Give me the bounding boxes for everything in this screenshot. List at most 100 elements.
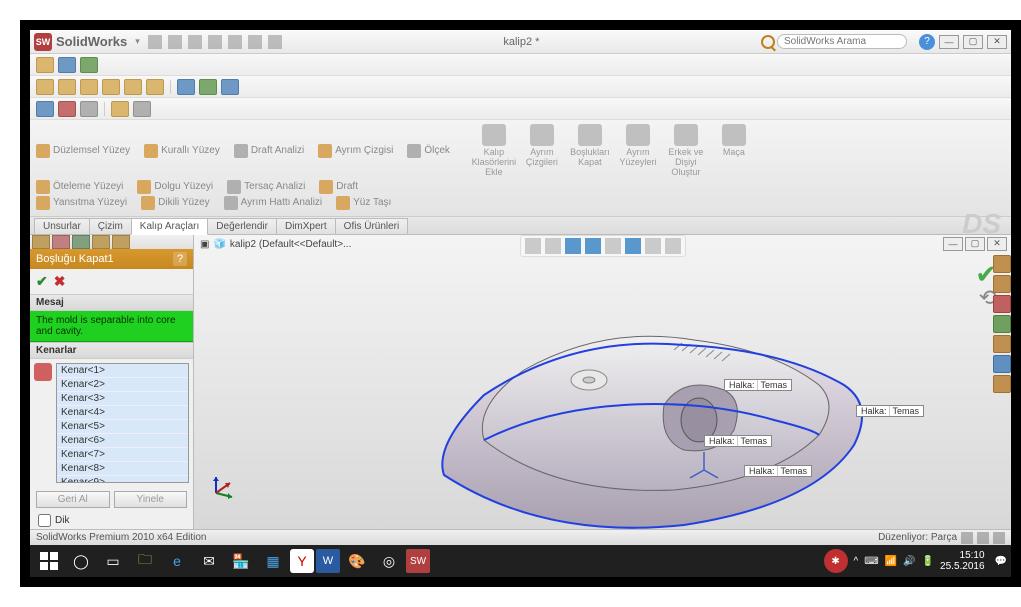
main-tab[interactable]: Unsurlar xyxy=(34,218,90,234)
main-tab[interactable]: Kalıp Araçları xyxy=(131,218,208,235)
callout-tag[interactable]: Halka:Temas xyxy=(744,465,812,477)
qa-icon[interactable] xyxy=(177,79,195,95)
vp-close-button[interactable]: ✕ xyxy=(987,237,1007,251)
app-menu-dropdown-icon[interactable]: ▾ xyxy=(135,36,140,47)
ok-button[interactable]: ✔ xyxy=(36,273,48,290)
propmgr-help-icon[interactable]: ? xyxy=(173,252,187,266)
3d-model[interactable] xyxy=(424,295,884,529)
taskpane-icon[interactable] xyxy=(993,355,1011,373)
ribbon-cmd[interactable]: Kurallı Yüzey xyxy=(144,144,220,158)
ribbon-cmd[interactable]: Ayrım Çizgisi xyxy=(318,144,393,158)
list-item[interactable]: Kenar<9> xyxy=(57,476,188,483)
expand-icon[interactable]: ▣ xyxy=(200,239,209,250)
ribbon-big-cmd[interactable]: AyrımYüzeyleri xyxy=(616,124,660,178)
orientation-triad-icon[interactable] xyxy=(208,471,238,501)
qat-open-icon[interactable] xyxy=(168,35,182,49)
qa-icon[interactable] xyxy=(58,79,76,95)
start-button[interactable] xyxy=(34,548,64,574)
fm-tab-icon[interactable] xyxy=(32,235,50,249)
tray-clock[interactable]: 15:1025.5.2016 xyxy=(940,550,985,572)
status-icon[interactable] xyxy=(961,532,973,544)
ribbon-big-cmd[interactable]: Maça xyxy=(712,124,756,178)
qa-icon[interactable] xyxy=(58,101,76,117)
mail-icon[interactable]: ✉ xyxy=(194,548,224,574)
ribbon-cmd[interactable]: Ayrım Hattı Analizi xyxy=(224,196,323,210)
qa-icon[interactable] xyxy=(36,101,54,117)
qat-print-icon[interactable] xyxy=(208,35,222,49)
qat-undo-icon[interactable] xyxy=(228,35,242,49)
list-item[interactable]: Kenar<2> xyxy=(57,378,188,392)
ribbon-big-cmd[interactable]: Erkek veDişiyiOluştur xyxy=(664,124,708,178)
appearance-icon[interactable] xyxy=(665,238,681,254)
taskpane-icon[interactable] xyxy=(993,275,1011,293)
help-icon[interactable]: ? xyxy=(919,34,935,50)
main-tab[interactable]: Değerlendir xyxy=(207,218,277,234)
vp-minimize-button[interactable]: — xyxy=(943,237,963,251)
close-button[interactable]: ✕ xyxy=(987,35,1007,49)
cortana-icon[interactable]: ◯ xyxy=(66,548,96,574)
list-item[interactable]: Kenar<4> xyxy=(57,406,188,420)
fm-tab-icon[interactable] xyxy=(52,235,70,249)
ribbon-big-cmd[interactable]: BoşluklarıKapat xyxy=(568,124,612,178)
taskview-icon[interactable]: ▭ xyxy=(98,548,128,574)
callout-tag[interactable]: Halka:Temas xyxy=(724,379,792,391)
taskpane-icon[interactable] xyxy=(993,315,1011,333)
taskpane-icon[interactable] xyxy=(993,335,1011,353)
explorer-icon[interactable]: 🗀 xyxy=(130,548,160,574)
fm-tab-icon[interactable] xyxy=(92,235,110,249)
ribbon-cmd[interactable]: Draft Analizi xyxy=(234,144,304,158)
main-tab[interactable]: Ofis Ürünleri xyxy=(335,218,409,234)
qat-options-icon[interactable] xyxy=(268,35,282,49)
tray-notifications-icon[interactable]: 💬 xyxy=(995,556,1007,567)
chk-dik[interactable]: Dik xyxy=(38,514,185,527)
paint-icon[interactable]: 🎨 xyxy=(342,548,372,574)
tray-lang-icon[interactable]: ⌨ xyxy=(864,556,878,567)
qat-save-icon[interactable] xyxy=(188,35,202,49)
qa-icon[interactable] xyxy=(124,79,142,95)
qa-icon[interactable] xyxy=(221,79,239,95)
view-orient-icon[interactable] xyxy=(565,238,581,254)
yandex-icon[interactable]: Y xyxy=(290,549,314,573)
solidworks-task-icon[interactable]: SW xyxy=(406,549,430,573)
qa-icon[interactable] xyxy=(111,101,129,117)
minimize-button[interactable]: — xyxy=(939,35,959,49)
tray-volume-icon[interactable]: 🔊 xyxy=(903,556,915,567)
ribbon-cmd[interactable]: Dikili Yüzey xyxy=(141,196,210,210)
qa-icon[interactable] xyxy=(80,101,98,117)
vp-restore-button[interactable]: ▢ xyxy=(965,237,985,251)
ribbon-cmd[interactable]: Dolgu Yüzeyi xyxy=(137,180,213,194)
taskpane-icon[interactable] xyxy=(993,255,1011,273)
qa-icon[interactable] xyxy=(36,57,54,73)
qat-rebuild-icon[interactable] xyxy=(248,35,262,49)
list-item[interactable]: Kenar<1> xyxy=(57,364,188,378)
qa-icon[interactable] xyxy=(199,79,217,95)
qa-icon[interactable] xyxy=(58,57,76,73)
zoom-fit-icon[interactable] xyxy=(525,238,541,254)
list-item[interactable]: Kenar<5> xyxy=(57,420,188,434)
list-item[interactable]: Kenar<8> xyxy=(57,462,188,476)
qa-icon[interactable] xyxy=(102,79,120,95)
taskpane-icon[interactable] xyxy=(993,295,1011,313)
ribbon-big-cmd[interactable]: KalıpKlasörleriniEkle xyxy=(472,124,516,178)
edge-list[interactable]: Kenar<1>Kenar<2>Kenar<3>Kenar<4>Kenar<5>… xyxy=(56,363,189,483)
section-view-icon[interactable] xyxy=(605,238,621,254)
main-tab[interactable]: DimXpert xyxy=(276,218,336,234)
search-input[interactable] xyxy=(777,34,907,49)
main-tab[interactable]: Çizim xyxy=(89,218,132,234)
fm-tab-icon[interactable] xyxy=(72,235,90,249)
ribbon-cmd[interactable]: Yansıtma Yüzeyi xyxy=(36,196,127,210)
word-icon[interactable]: W xyxy=(316,549,340,573)
tray-up-icon[interactable]: ^ xyxy=(854,556,859,567)
hide-show-icon[interactable] xyxy=(645,238,661,254)
ribbon-cmd[interactable]: Draft xyxy=(319,180,358,194)
ribbon-cmd[interactable]: Düzlemsel Yüzey xyxy=(36,144,130,158)
edge-icon[interactable]: e xyxy=(162,548,192,574)
list-item[interactable]: Kenar<7> xyxy=(57,448,188,462)
unknown-icon[interactable]: ◎ xyxy=(374,548,404,574)
ribbon-big-cmd[interactable]: AyrımÇizgileri xyxy=(520,124,564,178)
ribbon-cmd[interactable]: Ölçek xyxy=(407,144,450,158)
list-item[interactable]: Kenar<6> xyxy=(57,434,188,448)
qat-new-icon[interactable] xyxy=(148,35,162,49)
ribbon-cmd[interactable]: Yüz Taşı xyxy=(336,196,391,210)
zoom-area-icon[interactable] xyxy=(545,238,561,254)
